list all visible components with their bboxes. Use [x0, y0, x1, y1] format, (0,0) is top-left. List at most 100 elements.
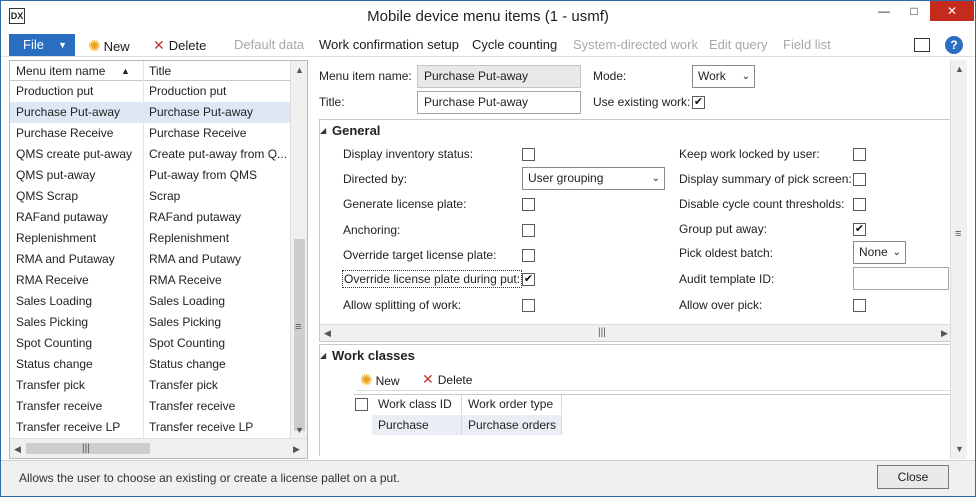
work-classes-new-button[interactable]: ✺ New: [360, 371, 400, 389]
display-summary-checkbox[interactable]: [853, 173, 866, 186]
detail-vertical-scrollbar[interactable]: ▲ ≡ ▼: [950, 60, 967, 459]
scrollbar-thumb[interactable]: [294, 239, 305, 431]
audit-template-field[interactable]: [853, 267, 949, 290]
disable-cycle-count-checkbox[interactable]: [853, 198, 866, 211]
scroll-down-icon[interactable]: ▼: [955, 444, 964, 454]
new-star-icon: ✺: [360, 372, 373, 389]
list-item[interactable]: RMA and Putaway RMA and Putawy: [10, 249, 290, 270]
general-title[interactable]: General: [332, 123, 380, 138]
list-item[interactable]: Status change Status change: [10, 354, 290, 375]
minimize-button[interactable]: —: [868, 1, 900, 21]
work-classes-fasttab: ◢ Work classes ✺ New ✕ Delete Work class I…: [319, 344, 956, 456]
title-cell: Replenishment: [149, 231, 230, 245]
edit-query-button[interactable]: Edit query: [709, 37, 768, 52]
system-directed-work-button[interactable]: System-directed work: [573, 37, 698, 52]
list-item[interactable]: Sales Loading Sales Loading: [10, 291, 290, 312]
help-icon[interactable]: ?: [945, 36, 963, 54]
generate-license-plate-label: Generate license plate:: [343, 197, 467, 211]
mode-select[interactable]: Work ⌄: [692, 65, 755, 88]
menu-item-name-cell: Transfer receive LP: [16, 420, 121, 434]
list-item[interactable]: Spot Counting Spot Counting: [10, 333, 290, 354]
column-header-work-order-type[interactable]: Work order type: [462, 395, 562, 414]
chevron-down-icon: ▼: [58, 40, 67, 50]
menu-item-name-cell: QMS create put-away: [16, 147, 133, 161]
close-window-button[interactable]: ✕: [930, 1, 974, 21]
chevron-down-icon: ⌄: [741, 71, 750, 82]
generate-license-plate-checkbox[interactable]: [522, 198, 535, 211]
list-item[interactable]: Transfer pick Transfer pick: [10, 375, 290, 396]
pick-oldest-batch-value: None: [859, 245, 888, 259]
use-existing-work-label: Use existing work:: [593, 95, 691, 109]
maximize-button[interactable]: □: [898, 1, 930, 21]
group-put-away-checkbox[interactable]: ✔: [853, 223, 866, 236]
allow-splitting-checkbox[interactable]: [522, 299, 535, 312]
file-label: File: [23, 37, 44, 52]
list-item[interactable]: Sales Picking Sales Picking: [10, 312, 290, 333]
list-item[interactable]: QMS put-away Put-away from QMS: [10, 165, 290, 186]
title-cell: Status change: [149, 357, 226, 371]
override-target-lp-label: Override target license plate:: [343, 248, 497, 262]
work-confirmation-setup-button[interactable]: Work confirmation setup: [319, 37, 459, 52]
list-item[interactable]: Replenishment Replenishment: [10, 228, 290, 249]
use-existing-work-checkbox[interactable]: ✔: [692, 96, 705, 109]
work-class-id-cell[interactable]: Purchase: [372, 415, 462, 435]
list-item[interactable]: Production put Production put: [10, 81, 290, 102]
title-cell: Create put-away from Q...: [149, 147, 288, 161]
allow-over-pick-checkbox[interactable]: [853, 299, 866, 312]
menu-item-name-cell: Status change: [16, 357, 93, 371]
column-header-title[interactable]: Title: [149, 64, 171, 78]
close-button[interactable]: Close: [877, 465, 949, 489]
select-all-checkbox[interactable]: [355, 398, 368, 411]
scroll-left-icon[interactable]: ◀: [14, 444, 21, 455]
new-button[interactable]: ✺ New: [88, 37, 130, 55]
column-header-work-class-id[interactable]: Work class ID: [372, 395, 462, 414]
work-classes-title[interactable]: Work classes: [332, 348, 415, 363]
scroll-down-icon[interactable]: ▼: [295, 425, 304, 435]
pick-oldest-batch-select[interactable]: None ⌄: [853, 241, 906, 264]
anchoring-label: Anchoring:: [343, 223, 401, 237]
panel-layout-icon[interactable]: [913, 38, 930, 52]
directed-by-select[interactable]: User grouping ⌄: [522, 167, 665, 190]
column-header-menu-item-name[interactable]: Menu item name: [16, 64, 105, 78]
general-horizontal-scrollbar[interactable]: ◀ ||| ▶: [320, 324, 955, 341]
collapse-triangle-icon[interactable]: ◢: [320, 126, 326, 135]
anchoring-checkbox[interactable]: [522, 224, 535, 237]
work-classes-delete-button[interactable]: ✕ Delete: [422, 371, 472, 388]
scroll-up-icon[interactable]: ▲: [955, 64, 964, 74]
collapse-triangle-icon[interactable]: ◢: [320, 351, 326, 360]
menu-item-name-cell: RAFand putaway: [16, 210, 109, 224]
delete-x-icon: ✕: [153, 37, 165, 53]
list-item[interactable]: RAFand putaway RAFand putaway: [10, 207, 290, 228]
scroll-right-icon[interactable]: ▶: [293, 444, 300, 455]
default-data-button[interactable]: Default data: [234, 37, 304, 52]
list-item[interactable]: Purchase Put-away Purchase Put-away: [10, 102, 290, 123]
override-lp-during-put-checkbox[interactable]: ✔: [522, 273, 535, 286]
scroll-right-icon[interactable]: ▶: [941, 328, 948, 339]
title-field[interactable]: Purchase Put-away: [417, 91, 581, 114]
override-target-lp-checkbox[interactable]: [522, 249, 535, 262]
menu-item-name-field[interactable]: Purchase Put-away: [417, 65, 581, 88]
scroll-left-icon[interactable]: ◀: [324, 328, 331, 339]
title-cell: Put-away from QMS: [149, 168, 258, 182]
list-item[interactable]: RMA Receive RMA Receive: [10, 270, 290, 291]
list-item[interactable]: QMS Scrap Scrap: [10, 186, 290, 207]
work-classes-grid: Work class ID Work order type Purchase P…: [354, 394, 954, 456]
menu-item-name-cell: Spot Counting: [16, 336, 93, 350]
file-menu-button[interactable]: File ▼: [9, 34, 75, 56]
cycle-counting-button[interactable]: Cycle counting: [472, 37, 557, 52]
list-item[interactable]: QMS create put-away Create put-away from …: [10, 144, 290, 165]
menu-item-name-cell: RMA Receive: [16, 273, 89, 287]
scroll-up-icon[interactable]: ▲: [295, 65, 304, 75]
list-item[interactable]: Transfer receive Transfer receive: [10, 396, 290, 417]
list-vertical-scrollbar[interactable]: ▲ ≡ ▼: [290, 61, 307, 438]
delete-button[interactable]: ✕ Delete: [153, 37, 206, 54]
work-order-type-cell[interactable]: Purchase orders: [462, 415, 562, 435]
list-item[interactable]: Transfer receive LP Transfer receive LP: [10, 417, 290, 438]
display-summary-label: Display summary of pick screen:: [679, 172, 852, 186]
field-list-button[interactable]: Field list: [783, 37, 831, 52]
title-bar: DX Mobile device menu items (1 - usmf) —…: [1, 1, 975, 32]
keep-work-locked-checkbox[interactable]: [853, 148, 866, 161]
display-inventory-status-checkbox[interactable]: [522, 148, 535, 161]
list-item[interactable]: Purchase Receive Purchase Receive: [10, 123, 290, 144]
list-horizontal-scrollbar[interactable]: ◀ ||| ▶: [10, 438, 307, 458]
